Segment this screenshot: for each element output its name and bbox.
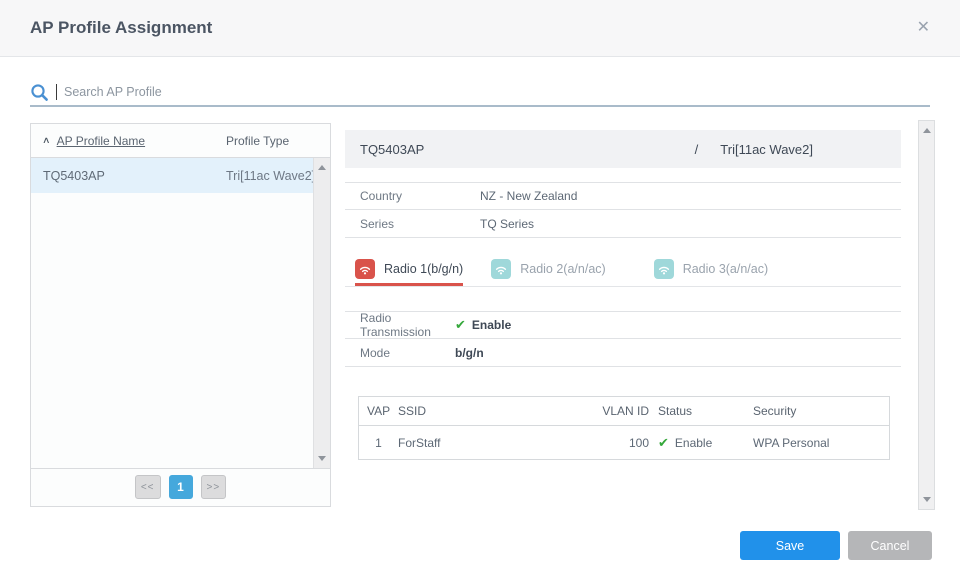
search-bar xyxy=(30,79,930,107)
status-cell: ✔ Enable xyxy=(649,435,744,451)
column-label[interactable]: AP Profile Name xyxy=(57,134,145,148)
search-icon xyxy=(30,83,49,102)
column-header-profile-type[interactable]: Profile Type xyxy=(226,134,289,148)
cancel-button[interactable]: Cancel xyxy=(848,531,932,560)
dialog-title: AP Profile Assignment xyxy=(30,18,212,38)
pagination-prev-button[interactable]: << xyxy=(135,475,161,499)
country-label: Country xyxy=(360,189,480,203)
scroll-down-icon[interactable] xyxy=(923,497,931,502)
pagination-next-button[interactable]: >> xyxy=(201,475,227,499)
profile-detail-panel: TQ5403AP / Tri[11ac Wave2] Country NZ - … xyxy=(341,120,935,510)
tab-radio-3[interactable]: Radio 3(a/n/ac) xyxy=(654,251,768,286)
check-icon: ✔ xyxy=(658,435,669,451)
radio-tabs: Radio 1(b/g/n) Radio 2(a/n/ac) xyxy=(345,251,901,287)
pagination-page-1-button[interactable]: 1 xyxy=(169,475,193,499)
wifi-icon xyxy=(654,259,674,279)
tab-radio-2[interactable]: Radio 2(a/n/ac) xyxy=(491,251,605,286)
series-label: Series xyxy=(360,217,480,231)
col-vap: VAP xyxy=(359,404,398,418)
status-text: Enable xyxy=(675,436,712,450)
profile-type-cell: Tri[11ac Wave2] xyxy=(226,169,315,183)
col-security: Security xyxy=(744,404,889,418)
profile-name-cell: TQ5403AP xyxy=(43,169,226,183)
profile-list-header: ∧ AP Profile Name Profile Type xyxy=(31,124,330,158)
info-section: Country NZ - New Zealand Series TQ Serie… xyxy=(345,182,901,238)
pagination: << 1 >> xyxy=(31,468,330,505)
series-row: Series TQ Series xyxy=(345,210,901,238)
radio-settings-section: Radio Transmission ✔ Enable Mode b/g/n xyxy=(345,311,901,367)
radio-transmission-value: Enable xyxy=(472,318,511,332)
vap-table-row[interactable]: 1 ForStaff 100 ✔ Enable WPA Personal xyxy=(359,426,889,459)
vap-table: VAP SSID VLAN ID Status Security 1 ForSt… xyxy=(358,396,890,460)
save-button[interactable]: Save xyxy=(740,531,840,560)
detail-profile-type: Tri[11ac Wave2] xyxy=(720,142,813,157)
col-vlan-id: VLAN ID xyxy=(569,404,649,418)
vap-table-header: VAP SSID VLAN ID Status Security xyxy=(359,397,889,426)
tab-label: Radio 3(a/n/ac) xyxy=(683,262,768,276)
separator-slash: / xyxy=(695,142,699,157)
radio-transmission-row: Radio Transmission ✔ Enable xyxy=(345,311,901,339)
radio-transmission-label: Radio Transmission xyxy=(360,311,455,339)
mode-row: Mode b/g/n xyxy=(345,339,901,367)
list-scrollbar[interactable] xyxy=(313,158,330,468)
tab-radio-1[interactable]: Radio 1(b/g/n) xyxy=(355,251,463,286)
scroll-up-icon[interactable] xyxy=(923,128,931,133)
col-status: Status xyxy=(649,404,744,418)
scroll-up-icon[interactable] xyxy=(318,165,326,170)
wifi-icon xyxy=(355,259,375,279)
mode-value: b/g/n xyxy=(455,346,484,360)
col-ssid: SSID xyxy=(398,404,569,418)
detail-profile-name: TQ5403AP xyxy=(360,142,424,157)
vap-cell: 1 xyxy=(359,436,398,450)
series-value: TQ Series xyxy=(480,217,534,231)
column-header-ap-profile-name[interactable]: ∧ AP Profile Name xyxy=(43,134,226,148)
wifi-icon xyxy=(491,259,511,279)
detail-scrollbar[interactable] xyxy=(918,120,935,510)
ssid-cell: ForStaff xyxy=(398,436,569,450)
profile-list: TQ5403AP Tri[11ac Wave2] xyxy=(31,158,330,468)
search-input[interactable] xyxy=(64,80,930,104)
detail-profile-type-group: / Tri[11ac Wave2] xyxy=(695,142,886,157)
sort-asc-icon[interactable]: ∧ xyxy=(42,135,51,146)
profile-detail-content: TQ5403AP / Tri[11ac Wave2] Country NZ - … xyxy=(345,120,901,460)
country-value: NZ - New Zealand xyxy=(480,189,577,203)
check-icon: ✔ xyxy=(455,317,466,333)
profile-list-panel: ∧ AP Profile Name Profile Type TQ5403AP … xyxy=(30,123,331,507)
dialog-header: AP Profile Assignment ✕ xyxy=(0,0,960,57)
mode-label: Mode xyxy=(360,346,455,360)
vlan-cell: 100 xyxy=(569,436,649,450)
security-cell: WPA Personal xyxy=(744,436,889,450)
detail-header-bar: TQ5403AP / Tri[11ac Wave2] xyxy=(345,130,901,168)
profile-row[interactable]: TQ5403AP Tri[11ac Wave2] xyxy=(31,158,330,193)
tab-label: Radio 1(b/g/n) xyxy=(384,262,463,276)
text-cursor xyxy=(56,84,57,100)
tab-label: Radio 2(a/n/ac) xyxy=(520,262,605,276)
close-icon[interactable]: ✕ xyxy=(917,20,930,36)
country-row: Country NZ - New Zealand xyxy=(345,182,901,210)
scroll-down-icon[interactable] xyxy=(318,456,326,461)
